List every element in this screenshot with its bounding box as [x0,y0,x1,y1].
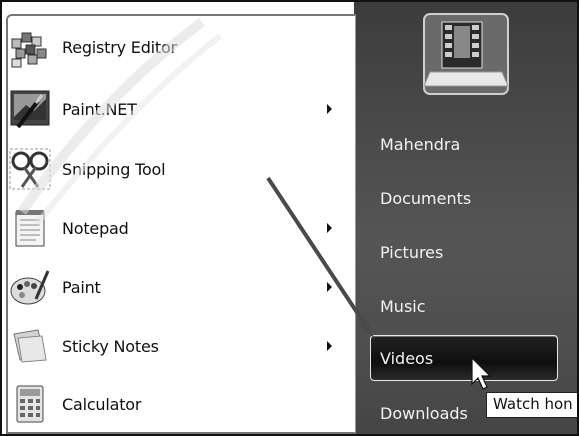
menu-item-label: Snipping Tool [62,159,166,179]
paint-icon [10,270,50,305]
pictures-link[interactable]: Pictures [380,243,443,262]
menu-item-paint-net[interactable]: Paint.NET [2,80,348,138]
sticky-notes-icon [13,329,47,363]
snipping-tool-icon [9,148,51,190]
user-name-link[interactable]: Mahendra [380,135,460,154]
submenu-arrow-icon [327,104,332,114]
submenu-arrow-icon [327,282,332,292]
music-link[interactable]: Music [380,297,426,316]
menu-item-label: Registry Editor [62,37,177,57]
menu-item-snipping-tool[interactable]: Snipping Tool [2,140,348,198]
videos-link[interactable]: Videos [380,349,433,368]
menu-item-label: Calculator [62,394,142,414]
menu-item-label: Paint [62,277,101,297]
notepad-icon [15,210,45,247]
downloads-link[interactable]: Downloads [380,404,468,423]
menu-item-label: Sticky Notes [62,336,159,356]
start-menu: Registry Editor Paint.NET Snipping Tool [0,0,579,436]
paint-net-icon [10,90,50,129]
videos-tooltip: Watch hon [486,392,577,418]
menu-item-label: Notepad [62,218,129,238]
menu-item-notepad[interactable]: Notepad [2,199,348,257]
submenu-arrow-icon [327,341,332,351]
documents-link[interactable]: Documents [380,189,471,208]
calculator-icon [16,385,44,423]
film-strip-user-icon[interactable] [420,10,512,98]
submenu-arrow-icon [327,223,332,233]
menu-item-sticky-notes[interactable]: Sticky Notes [2,317,348,375]
registry-editor-icon [11,32,47,68]
menu-item-paint[interactable]: Paint [2,258,348,316]
menu-item-calculator[interactable]: Calculator [2,375,348,433]
menu-item-registry-editor[interactable]: Registry Editor [2,18,348,76]
menu-item-label: Paint.NET [62,99,137,119]
